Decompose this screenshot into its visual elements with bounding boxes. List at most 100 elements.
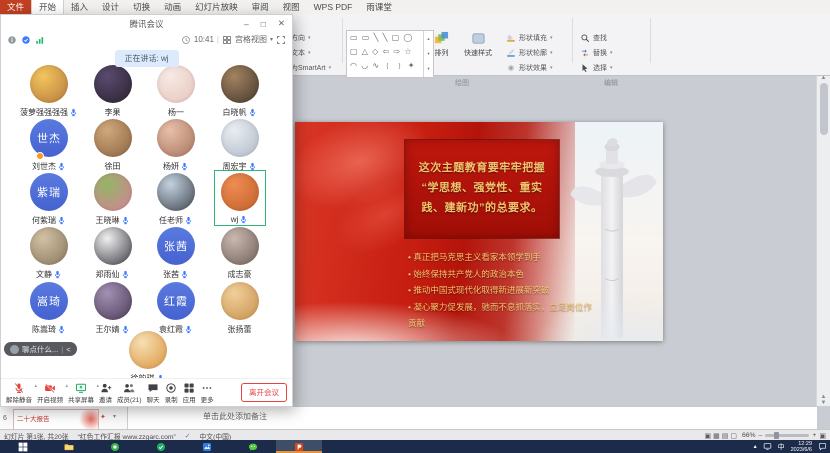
next-slide-icon[interactable]: ▼ — [821, 400, 827, 406]
participant-wj[interactable]: wj — [208, 173, 272, 224]
chat-placeholder[interactable]: 聊点什么... — [22, 344, 58, 355]
slide-thumbnail[interactable]: 二十大报告 — [13, 409, 99, 430]
menu-tab-切换[interactable]: 切换 — [126, 0, 157, 14]
participant-李果[interactable]: 李果 — [81, 65, 145, 118]
view-icon[interactable]: ▦ — [713, 433, 720, 440]
zoom-in-icon[interactable]: + — [812, 432, 816, 439]
view-icon[interactable]: ▢ — [730, 433, 737, 440]
ribbon-item-查找[interactable]: 查找 — [580, 30, 613, 45]
drawing-group-label: 绘图 — [455, 78, 469, 88]
spellcheck-icon[interactable]: ✓ — [185, 432, 191, 440]
view-switcher[interactable]: ▣▦▤▢ — [705, 432, 740, 440]
participant-陈嵩琦[interactable]: 嵩琦陈嵩琦 — [17, 282, 81, 335]
toolbar-members-button[interactable]: 成员(21) — [117, 382, 142, 404]
toolbar-share-button[interactable]: ▴共享屏幕 — [68, 382, 94, 404]
participant-周宏宇[interactable]: 周宏宇 — [208, 119, 272, 172]
participant-徐田[interactable]: 徐田 — [81, 119, 145, 172]
menu-tab-视图[interactable]: 视图 — [276, 0, 307, 14]
participant-张茜[interactable]: 张茜张茜 — [144, 227, 208, 280]
participant-王晓琳[interactable]: 王晓琳 — [81, 173, 145, 226]
ime-indicator[interactable]: 中 — [778, 442, 785, 452]
slide-thumbnail-panel[interactable]: 6 二十大报告 ✦ ▾ — [0, 406, 128, 430]
slide-bullet-list[interactable]: • 真正把马克思主义看家本领学到手• 始终保持共产党人的政治本色• 推动中国式现… — [408, 249, 596, 332]
scroll-up-icon[interactable]: ▴ — [427, 36, 429, 42]
taskbar-explorer-icon[interactable] — [46, 440, 92, 453]
view-icon[interactable]: ▣ — [705, 433, 712, 440]
participant-菠萝强强强强[interactable]: 菠萝强强强强 — [17, 65, 81, 118]
thumbnail-scroll-down-icon[interactable]: ▾ — [113, 413, 116, 420]
toolbar-chat-button[interactable]: 聊天 — [147, 382, 160, 404]
menu-tab-开始[interactable]: 开始 — [31, 0, 64, 14]
menu-tab-WPS PDF[interactable]: WPS PDF — [307, 0, 360, 14]
participant-王尔婧[interactable]: 王尔婧 — [81, 282, 145, 335]
participant-name: 张茜 — [163, 269, 189, 280]
tray-expand-icon[interactable]: ▴ — [754, 443, 757, 450]
avatar — [30, 65, 68, 103]
language-indicator[interactable]: 中文(中国) — [199, 431, 231, 441]
avatar — [129, 331, 167, 369]
slide-scrollbar[interactable]: ▲ ▲ ▼ — [816, 75, 830, 406]
taskbar-app-buttons — [0, 440, 322, 453]
taskbar-start-icon[interactable] — [0, 440, 46, 453]
scrollbar-thumb[interactable] — [820, 83, 828, 135]
quick-chat-bubble[interactable]: 聊点什么... | < — [4, 342, 77, 356]
display-tray-icon[interactable] — [763, 442, 772, 451]
menu-tab-审阅[interactable]: 审阅 — [245, 0, 276, 14]
ribbon-item-选择[interactable]: 选择▾ — [580, 60, 613, 75]
toolbar-more-button[interactable]: 更多 — [201, 382, 214, 404]
taskbar-app-teal-icon[interactable] — [138, 440, 184, 453]
slide-canvas[interactable]: 这次主题教育要牢牢把握“学思想、强党性、重实践、建新功”的总要求。 • 真正把马… — [295, 122, 663, 341]
toolbar-mic-off-button[interactable]: ▴解除静音 — [6, 382, 32, 404]
menu-tab-设计[interactable]: 设计 — [95, 0, 126, 14]
taskbar-clock[interactable]: 12:29 2023/6/6 — [791, 441, 812, 453]
zoom-slider-thumb[interactable] — [774, 432, 779, 439]
menu-tab-动画[interactable]: 动画 — [157, 0, 188, 14]
shapes-scrollbar[interactable]: ▴ ▾ ▾ — [423, 31, 433, 77]
participant-郑雨仙[interactable]: 郑雨仙 — [81, 227, 145, 280]
zoom-out-icon[interactable]: – — [759, 432, 763, 439]
participant-徐韵琪[interactable]: 徐韵琪 — [116, 331, 180, 384]
gallery-expand-icon[interactable]: ▾ — [427, 66, 429, 72]
zoom-slider[interactable] — [765, 434, 809, 437]
quick-styles-button[interactable]: 快速样式 — [464, 31, 492, 58]
view-icon[interactable]: ▤ — [722, 433, 729, 440]
ribbon-item-形状填充[interactable]: 形状填充▾ — [506, 30, 553, 45]
taskbar-wechat-icon[interactable] — [230, 440, 276, 453]
toolbar-invite-button[interactable]: 邀请 — [99, 382, 112, 404]
participant-文静[interactable]: 文静 — [17, 227, 81, 280]
taskbar-powerpoint-icon[interactable] — [276, 440, 322, 453]
arrange-button[interactable]: 排列 — [434, 31, 449, 58]
ribbon-tab-bar: 文件开始插入设计切换动画幻灯片放映审阅视图WPS PDF雨课堂 — [0, 0, 830, 15]
scroll-down-icon[interactable]: ▾ — [427, 51, 429, 57]
participant-袁红霞[interactable]: 红霞袁红霞 — [144, 282, 208, 335]
ribbon-item-替换[interactable]: 替换▾ — [580, 45, 613, 60]
slide-title-panel[interactable]: 这次主题教育要牢牢把握“学思想、强党性、重实践、建新功”的总要求。 — [405, 140, 559, 238]
ribbon-item-形状轮廓[interactable]: 形状轮廓▾ — [506, 45, 553, 60]
ribbon-item-形状效果[interactable]: 形状效果▾ — [506, 60, 553, 75]
leave-meeting-button[interactable]: 离开会议 — [241, 383, 287, 402]
participant-张扬蕾[interactable]: 张扬蕾 — [208, 282, 272, 335]
participant-任老师[interactable]: 任老师 — [144, 173, 208, 226]
toolbar-cam-off-button[interactable]: ▴开启视频 — [37, 382, 63, 404]
menu-tab-幻灯片放映[interactable]: 幻灯片放映 — [188, 0, 245, 14]
toolbar-record-button[interactable]: 录制 — [165, 382, 178, 404]
participant-name: 张扬蕾 — [228, 324, 252, 335]
participant-成志豪[interactable]: 成志豪 — [208, 227, 272, 280]
collapse-chat-icon[interactable]: < — [66, 345, 70, 354]
fit-to-window-icon[interactable]: ▣ — [819, 432, 826, 440]
avatar — [157, 65, 195, 103]
participant-杨一[interactable]: 杨一 — [144, 65, 208, 118]
participant-白晓帆[interactable]: 白晓帆 — [208, 65, 272, 118]
menu-tab-雨课堂[interactable]: 雨课堂 — [359, 0, 399, 14]
taskbar-photos-icon[interactable] — [184, 440, 230, 453]
taskbar-app-green-icon[interactable] — [92, 440, 138, 453]
toolbar-apps-button[interactable]: 应用 — [183, 382, 196, 404]
action-center-icon[interactable] — [818, 442, 827, 451]
participant-何紫瑞[interactable]: 紫瑞何紫瑞 — [17, 173, 81, 226]
participant-name: 杨妍 — [163, 161, 189, 172]
menu-tab-文件[interactable]: 文件 — [0, 0, 31, 14]
participant-杨妍[interactable]: 杨妍 — [144, 119, 208, 172]
shapes-gallery[interactable]: ▭ ▭ ╲ ╲ ▢ ◯▢ △ ◇ ⇦ ⇨ ☆◠ ◡ ∿ ﹛ ﹜ ✦ ▴ ▾ ▾ — [346, 30, 434, 78]
participant-刘世杰[interactable]: 世杰刘世杰 — [17, 119, 81, 172]
menu-tab-插入[interactable]: 插入 — [64, 0, 95, 14]
